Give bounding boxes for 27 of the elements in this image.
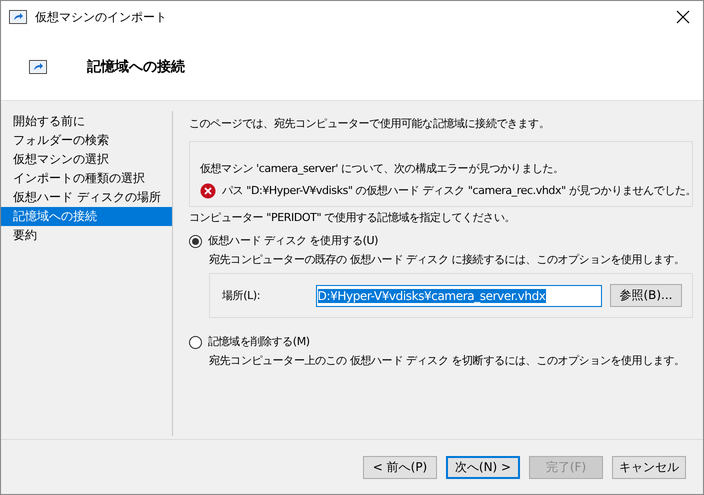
window-title: 仮想マシンのインポート [35,8,168,26]
header-icon [29,60,47,74]
intro-text: このページでは、宛先コンピューターで使用可能な記憶域に接続できます。 [189,116,550,132]
step-item[interactable]: 仮想ハード ディスクの場所 [1,188,172,207]
wizard-button[interactable]: < 前へ(P) [363,456,437,478]
option-description: 宛先コンピューターの既存の 仮想ハード ディスク に接続するには、このオプションを使用します。 [209,252,686,268]
browse-button[interactable]: 参照(B)... [610,284,682,307]
step-item[interactable]: 開始する前に [1,112,172,131]
error-icon [200,183,216,199]
step-item[interactable]: 要約 [1,226,172,245]
page-title: 記憶域への接続 [87,58,185,76]
step-item[interactable]: フォルダーの検索 [1,131,172,150]
close-icon [676,10,690,24]
wizard-button[interactable]: キャンセル [612,456,686,478]
error-message: 仮想マシン 'camera_server' について、次の構成エラーが見つかりました。 [200,161,565,177]
step-item[interactable]: 記憶域への接続 [1,207,172,226]
location-field[interactable]: D:¥Hyper-V¥vdisks¥camera_server.vhdx [316,284,602,306]
step-item[interactable]: インポートの種類の選択 [1,169,172,188]
window-icon [9,10,27,24]
option-description: 宛先コンピューター上のこの 仮想ハード ディスク を切断するには、このオプションを使用します。 [209,353,686,369]
radio-option[interactable]: 記憶域を削除する(M) [189,332,693,352]
location-label: 場所(L): [222,288,262,303]
prompt-text: コンピューター "PERIDOT" で使用する記憶域を指定してください。 [189,210,516,226]
step-item[interactable]: 仮想マシンの選択 [1,150,172,169]
radio-option[interactable]: 仮想ハード ディスク を使用する(U) [189,231,693,251]
wizard-button[interactable]: 次へ(N) > [446,456,520,478]
error-text: パス "D:¥Hyper-V¥vdisks" の仮想ハード ディスク "camera_rec.vhdx" が見つかりませんでした。 [222,183,696,199]
